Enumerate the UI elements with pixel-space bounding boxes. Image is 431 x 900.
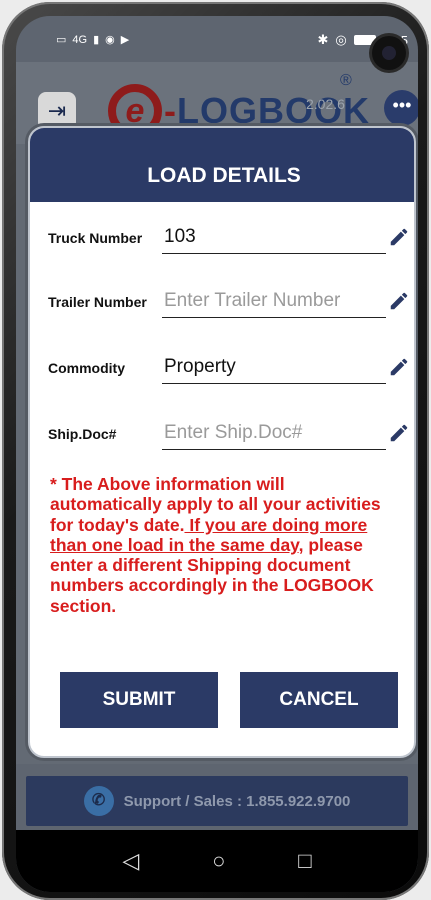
status-icons-left: ▭ 4G ▮ ◉ ▶ (56, 33, 130, 47)
edit-icon[interactable] (388, 290, 410, 312)
back-icon[interactable]: ◁ (122, 848, 139, 874)
edit-icon[interactable] (388, 422, 410, 444)
logo-dash: - (164, 90, 177, 131)
sim-icon: ▭ (56, 34, 67, 46)
bluetooth-icon: ✱ (317, 32, 329, 47)
truck-number-field: Truck Number (48, 214, 410, 254)
recents-icon[interactable]: □ (298, 848, 311, 874)
home-icon[interactable]: ○ (212, 848, 225, 874)
truck-number-input[interactable] (162, 220, 386, 254)
dialog-title: LOAD DETAILS (30, 128, 414, 202)
front-camera (372, 36, 406, 70)
field-label: Commodity (48, 360, 125, 376)
submit-button[interactable]: SUBMIT (60, 672, 218, 728)
cancel-button[interactable]: CANCEL (240, 672, 398, 728)
network-type: 4G (72, 33, 88, 46)
load-details-dialog: LOAD DETAILS Truck Number Trailer Number… (28, 126, 416, 758)
field-label: Ship.Doc# (48, 426, 117, 442)
ship-doc-field: Ship.Doc# (48, 410, 410, 450)
field-label: Trailer Number (48, 294, 147, 310)
commodity-input[interactable] (162, 350, 386, 384)
phone-frame: ▭ 4G ▮ ◉ ▶ ✱ ◎ 5:55 ⇥ e -LOGBOOK (2, 2, 429, 900)
app-version: 2.02.6 (306, 96, 345, 112)
edit-icon[interactable] (388, 226, 410, 248)
exit-button[interactable]: ⇥ (38, 92, 76, 130)
battery-icon (353, 35, 376, 45)
status-bar: ▭ 4G ▮ ◉ ▶ ✱ ◎ 5:55 (16, 16, 418, 58)
phone-icon: ✆ (83, 786, 114, 816)
trailer-number-field: Trailer Number (48, 278, 410, 318)
location-icon: ◎ (335, 32, 347, 47)
signal-icon: ▮ (93, 34, 100, 46)
field-label: Truck Number (48, 230, 143, 246)
media-icon: ▶ (120, 34, 130, 46)
commodity-field: Commodity (48, 344, 410, 384)
system-nav-bar: ◁ ○ □ (16, 830, 418, 892)
chat-icon: ••• (392, 95, 412, 115)
wifi-icon: ◉ (105, 34, 115, 46)
support-bar[interactable]: ✆ Support / Sales : 1.855.922.9700 (26, 776, 408, 826)
ship-doc-input[interactable] (162, 416, 386, 450)
trailer-number-input[interactable] (162, 284, 386, 318)
chat-button[interactable]: ••• (384, 90, 418, 126)
exit-icon: ⇥ (47, 98, 67, 123)
support-text: Support / Sales : 1.855.922.9700 (123, 792, 351, 810)
edit-icon[interactable] (388, 356, 410, 378)
registered-mark: ® (340, 72, 352, 89)
notice-text: * The Above information will automatical… (50, 474, 400, 616)
screen: ▭ 4G ▮ ◉ ▶ ✱ ◎ 5:55 ⇥ e -LOGBOOK (16, 16, 418, 892)
